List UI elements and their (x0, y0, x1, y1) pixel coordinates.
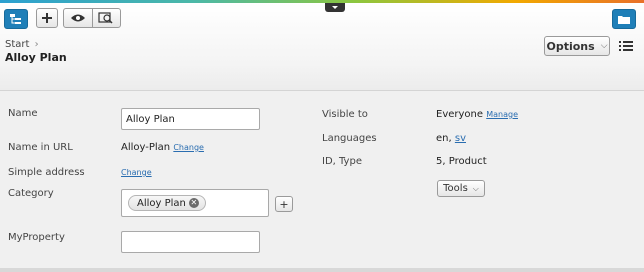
breadcrumb-separator: › (34, 39, 39, 50)
url-label: Name in URL (8, 142, 73, 153)
url-value: Alloy-Plan (121, 142, 171, 153)
chevron-down-icon (332, 6, 338, 9)
name-label: Name (8, 108, 38, 119)
simple-address-change-link[interactable]: Change (121, 168, 152, 177)
chevron-down-icon: ⌵ (472, 183, 479, 193)
breadcrumb-start[interactable]: Start (5, 39, 29, 50)
name-input[interactable] (121, 108, 260, 130)
languages-value: en, sv (436, 133, 466, 144)
bottom-border (0, 268, 644, 272)
visible-manage-link[interactable]: Manage (486, 110, 518, 119)
breadcrumb: Start › (5, 39, 39, 50)
list-view-icon[interactable] (619, 40, 633, 52)
category-label: Category (8, 188, 54, 199)
visible-to-value: Everyone Manage (436, 109, 518, 120)
visible-to-text: Everyone (436, 109, 484, 120)
category-field[interactable]: Alloy Plan ✕ (121, 189, 269, 217)
add-category-button[interactable]: + (275, 196, 293, 212)
plus-icon (42, 13, 52, 23)
category-chip-label: Alloy Plan (137, 197, 186, 209)
top-menu-handle[interactable] (325, 3, 345, 12)
url-segment: Alloy-Plan Change (121, 142, 204, 153)
view-mode-group (63, 8, 121, 28)
category-chip[interactable]: Alloy Plan ✕ (128, 195, 206, 211)
id-type-label: ID, Type (322, 156, 362, 167)
tree-icon (10, 14, 21, 24)
myproperty-label: MyProperty (8, 232, 65, 243)
eye-icon (70, 14, 85, 22)
simple-address-label: Simple address (8, 167, 85, 178)
assets-pane-button[interactable] (612, 9, 636, 29)
tools-label: Tools (443, 183, 468, 194)
page-title: Alloy Plan (5, 51, 67, 64)
url-change-link[interactable]: Change (173, 143, 204, 152)
language-current: en, (436, 133, 452, 144)
preview-button[interactable] (91, 9, 121, 27)
header: Start › Alloy Plan Options ⌵ (0, 3, 644, 91)
language-sv-link[interactable]: sv (455, 133, 466, 144)
myproperty-input[interactable] (121, 231, 260, 253)
navigation-pane-button[interactable] (4, 9, 28, 29)
tools-button[interactable]: Tools ⌵ (437, 180, 485, 197)
chevron-down-icon: ⌵ (600, 41, 608, 51)
view-button[interactable] (64, 9, 92, 27)
visible-to-label: Visible to (322, 109, 368, 120)
options-button[interactable]: Options ⌵ (544, 36, 610, 56)
simple-address-value: Change (121, 167, 152, 178)
id-type-value: 5, Product (436, 156, 487, 167)
languages-label: Languages (322, 133, 377, 144)
properties-panel (2, 96, 642, 266)
add-button[interactable] (36, 8, 58, 28)
preview-icon (98, 12, 113, 24)
folder-icon (618, 15, 630, 24)
options-label: Options (546, 39, 595, 53)
remove-icon[interactable]: ✕ (188, 198, 199, 208)
